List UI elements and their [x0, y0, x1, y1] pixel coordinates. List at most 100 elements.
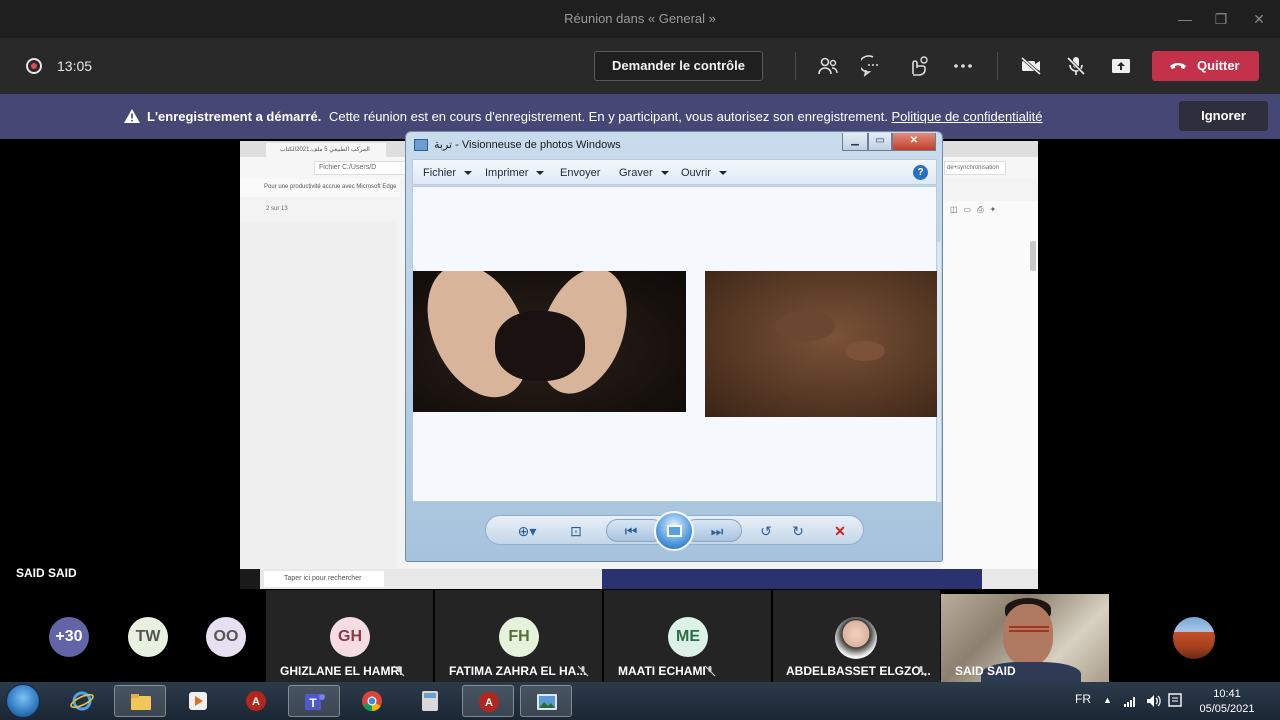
windows-taskbar: A T A FR ▲ 10:41 05/05/2021	[0, 682, 1280, 720]
previous-icon[interactable]: ⏮	[621, 522, 641, 540]
privacy-policy-link[interactable]: Politique de confidentialité	[891, 109, 1042, 124]
participant-tile[interactable]: GH GHIZLANE EL HAMRI	[266, 590, 433, 682]
participant-name: MAATI ECHAMI	[618, 664, 706, 678]
tray-expand-icon[interactable]: ▲	[1103, 695, 1112, 705]
zoom-icon[interactable]: ⊕▾	[512, 522, 542, 540]
minimize-icon[interactable]: —	[1174, 8, 1196, 30]
menu-graver[interactable]: Graver	[619, 167, 669, 179]
rotate-right-icon[interactable]: ↻	[788, 522, 808, 540]
avatar-initials: OO	[213, 628, 239, 645]
language-indicator[interactable]: FR	[1075, 692, 1091, 706]
document-left-area	[240, 221, 398, 569]
slideshow-icon	[667, 525, 682, 537]
taskbar-teams[interactable]: T	[288, 685, 340, 717]
taskbar-app[interactable]: A	[462, 685, 514, 717]
help-icon[interactable]: ?	[913, 165, 928, 180]
participant-tile[interactable]: FH FATIMA ZAHRA EL HA...	[435, 590, 602, 682]
chrome-icon	[362, 691, 382, 712]
participant-avatar: ME	[668, 617, 708, 657]
request-control-button[interactable]: Demander le contrôle	[594, 51, 763, 81]
participant-avatar[interactable]: TW	[128, 617, 168, 657]
taskbar-internet-explorer[interactable]	[56, 685, 108, 717]
presenter-name: SAID SAID	[16, 566, 77, 580]
more-options-icon[interactable]	[951, 54, 975, 78]
chevron-down-icon	[718, 171, 727, 176]
leave-meeting-label: Quitter	[1197, 58, 1240, 73]
taskbar-clock[interactable]: 10:41 05/05/2021	[1196, 687, 1258, 717]
viewer-close-icon[interactable]: ✕	[892, 133, 936, 151]
media-player-icon	[189, 692, 207, 710]
participant-name: GHIZLANE EL HAMRI	[280, 664, 403, 678]
right-url-field: de+synchronisation	[944, 161, 1006, 175]
address-text: C:/Users/D	[341, 164, 377, 171]
toolbar-divider	[795, 52, 796, 80]
delete-icon[interactable]: ✕	[830, 522, 850, 540]
notification-icon[interactable]	[1168, 693, 1182, 709]
menu-label: Fichier	[423, 167, 457, 179]
participant-avatar: FH	[499, 617, 539, 657]
participant-video[interactable]: SAID SAID	[941, 594, 1109, 682]
photo-viewer-icon	[537, 694, 557, 710]
menu-envoyer[interactable]: Envoyer	[560, 167, 600, 179]
participant-tile[interactable]: ME MAATI ECHAMI	[604, 590, 771, 682]
taskbar-media-player[interactable]	[172, 685, 224, 717]
signal-icon[interactable]	[1124, 695, 1138, 707]
camera-off-icon[interactable]	[1019, 54, 1043, 78]
pdf-page-control: 2 sur 13	[240, 201, 400, 219]
more-participants-avatar[interactable]: +30	[49, 617, 89, 657]
taskbar-chrome[interactable]	[346, 685, 398, 717]
chat-icon[interactable]	[861, 54, 885, 78]
taskbar-calculator[interactable]	[404, 685, 456, 717]
teams-icon: T	[305, 694, 325, 710]
slideshow-button[interactable]	[654, 511, 694, 551]
phone-hangup-icon	[1170, 63, 1186, 69]
taskbar-file-explorer[interactable]	[114, 685, 166, 717]
menu-fichier[interactable]: Fichier	[423, 167, 473, 179]
teams-meeting-window: Réunion dans « General » — ❐ ✕ 13:05 Dem…	[0, 0, 1280, 720]
video-person	[1009, 626, 1049, 632]
soil-hands-photo	[413, 271, 686, 412]
toolbar-divider	[997, 52, 998, 80]
menu-ouvrir[interactable]: Ouvrir	[681, 167, 727, 179]
video-person	[1003, 604, 1053, 666]
menu-label: Ouvrir	[681, 167, 711, 179]
maximize-icon[interactable]: ❐	[1210, 8, 1232, 30]
viewer-edge	[937, 242, 941, 502]
address-prefix: Fichier	[319, 164, 341, 171]
pdf-toolbar-icons: ◫▭⎙✦	[950, 205, 1003, 214]
participant-photo-avatar[interactable]	[835, 617, 877, 659]
document-scrollbar	[1030, 241, 1036, 271]
participant-photo-avatar[interactable]	[1173, 617, 1215, 659]
folder-icon	[131, 694, 151, 710]
menu-label: Imprimer	[485, 167, 529, 179]
viewer-minimize-icon[interactable]: ▁	[842, 133, 868, 151]
mic-off-icon[interactable]	[1064, 54, 1088, 78]
taskbar-photo-viewer[interactable]	[520, 685, 572, 717]
avatar-initials: +30	[55, 628, 83, 645]
leave-meeting-button[interactable]: Quitter	[1152, 51, 1259, 81]
participant-avatar[interactable]: OO	[206, 617, 246, 657]
close-icon[interactable]: ✕	[1248, 8, 1270, 30]
photo-viewer-icon	[414, 139, 428, 151]
reactions-icon[interactable]	[906, 54, 930, 78]
share-screen-icon[interactable]	[1109, 54, 1133, 78]
volume-icon[interactable]	[1146, 694, 1162, 708]
ignore-button[interactable]: Ignorer	[1179, 101, 1268, 131]
soil-ground-photo	[705, 271, 938, 417]
rotate-left-icon[interactable]: ↺	[756, 522, 776, 540]
taskbar-app[interactable]: A	[230, 685, 282, 717]
actual-size-icon[interactable]: ⊡	[566, 522, 586, 540]
viewer-maximize-icon[interactable]: ▭	[868, 133, 892, 151]
remote-search-box: Taper ici pour rechercher	[264, 571, 384, 587]
warning-icon	[124, 109, 140, 123]
menu-label: Graver	[619, 167, 653, 179]
next-icon[interactable]: ⏭	[707, 522, 727, 540]
app-icon: A	[479, 692, 499, 712]
svg-text:A: A	[252, 696, 260, 708]
participants-icon[interactable]	[816, 54, 840, 78]
remote-taskbar-app	[602, 569, 982, 589]
document-right-area: ◫▭⎙✦	[940, 201, 1038, 569]
windows-start-icon[interactable]	[6, 684, 40, 718]
menu-imprimer[interactable]: Imprimer	[485, 167, 545, 179]
chevron-down-icon	[536, 171, 545, 176]
